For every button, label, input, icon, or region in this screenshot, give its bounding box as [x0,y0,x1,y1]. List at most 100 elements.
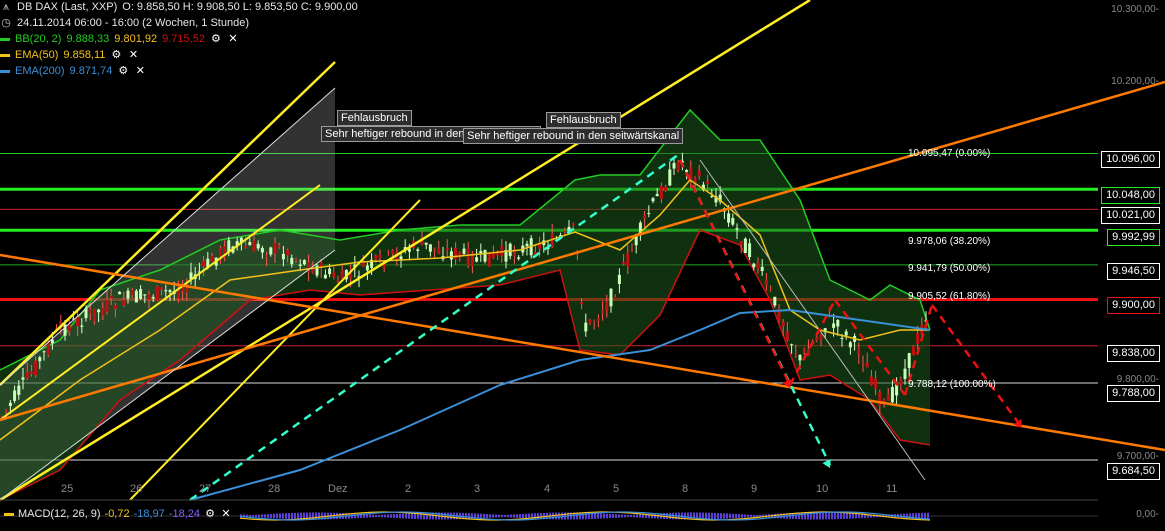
settings-icon[interactable]: ⚙ [210,33,222,45]
candle-body [643,215,647,219]
candle-body [571,223,575,226]
candle-body [218,247,222,257]
macd-histogram-bar [822,512,824,520]
macd-histogram-bar [753,514,755,518]
candle-body [80,325,84,327]
macd-histogram-bar [651,513,653,519]
macd-histogram-bar [258,514,260,518]
y-tick: 9.700,00- [1116,451,1159,462]
candle-body [685,170,689,172]
candle-body [743,238,747,253]
macd-histogram-bar [288,513,290,519]
macd-legend: MACD(12, 26, 9) -0,72 -18,97 -18,24 ⚙ ✕ [4,508,232,520]
x-tick: 8 [682,483,689,495]
candle-body [164,290,168,292]
macd-histogram-bar [354,513,356,519]
candle-body [869,376,873,386]
macd-histogram-bar [525,513,527,519]
candle-body [29,371,33,374]
macd-histogram-bar [276,513,278,519]
annotation-1-title[interactable]: Fehlausbruch [337,110,412,126]
candle-body [613,296,617,298]
macd-histogram-bar [558,512,560,520]
ema200-label: EMA(200) [15,65,65,77]
candle-body [67,324,71,332]
close-icon[interactable]: ✕ [227,33,239,45]
price-label: 9.838,00 [1107,345,1160,362]
macd-histogram-bar [825,512,827,520]
macd-histogram-bar [522,513,524,519]
chart-type-icon[interactable]: ⩚ [0,1,12,13]
macd-histogram-bar [714,512,716,520]
macd-histogram-bar [387,514,389,518]
macd-histogram-bar [501,514,503,518]
candle-body [672,163,676,169]
x-tick: 11 [886,483,898,495]
macd-histogram-bar [468,513,470,519]
macd-histogram-bar [267,514,269,518]
candle-body [626,253,630,267]
candle-body [752,263,756,268]
candle-body [903,368,907,379]
candle-body [596,317,600,321]
macd-histogram-bar [291,512,293,520]
candle-body [622,262,626,265]
macd-histogram-bar [744,514,746,518]
macd-histogram-bar [636,514,638,518]
settings-icon[interactable]: ⚙ [204,508,216,520]
price-label: 10.096,00 [1101,151,1160,168]
candle-body [46,342,50,355]
macd-histogram-bar [450,512,452,520]
candle-body [907,353,911,368]
candle-body [764,279,768,286]
annotation-2-text[interactable]: Sehr heftiger rebound in den seitwärtska… [463,128,684,144]
price-label: 9.900,00 [1107,297,1160,314]
candle-body [25,372,29,379]
candle-body [42,351,46,353]
ema50-swatch [0,53,10,57]
macd-histogram-bar [597,513,599,519]
macd-histogram-bar [486,513,488,519]
candle-body [769,289,773,291]
candle-body [437,248,441,254]
candle-body [840,337,844,339]
candle-body [155,286,159,301]
candle-body [861,363,865,365]
candle-body [878,391,882,406]
settings-icon[interactable]: ⚙ [110,49,122,61]
macd-value-1: -0,72 [104,508,130,520]
macd-histogram-bar [279,513,281,519]
candle-body [298,264,302,266]
macd-histogram-bar [498,514,500,518]
price-label: 9.946,50 [1107,263,1160,280]
macd-histogram-bar [426,512,428,520]
candle-body [655,193,659,197]
close-icon[interactable]: ✕ [127,49,139,61]
candle-body [126,290,130,299]
price-label: 9.788,00 [1107,385,1160,402]
candle-body [848,342,852,348]
annotation-2-title[interactable]: Fehlausbruch [546,112,621,128]
candle-body [113,305,117,309]
settings-icon[interactable]: ⚙ [117,65,129,77]
candle-body [479,251,483,254]
period-text: 24.11.2014 06:00 - 16:00 (2 Wochen, 1 St… [17,17,249,29]
price-label: 10.021,00 [1101,207,1160,224]
close-icon[interactable]: ✕ [220,508,232,520]
candle-body [365,265,369,271]
close-icon[interactable]: ✕ [134,65,146,77]
macd-value-2: -18,97 [133,508,165,520]
candle-body [244,245,248,248]
candle-body [857,348,861,355]
candle-body [248,241,252,246]
macd-histogram-bar [846,513,848,519]
candle-body [13,390,17,401]
candle-body [508,243,512,257]
candle-body [836,320,840,327]
header-period-row: ◷ 24.11.2014 06:00 - 16:00 (2 Wochen, 1 … [0,17,249,29]
x-tick: 28 [268,483,281,495]
macd-histogram-bar [852,513,854,519]
macd-histogram-bar [732,513,734,519]
macd-histogram-bar [390,514,392,518]
candle-body [273,242,277,254]
